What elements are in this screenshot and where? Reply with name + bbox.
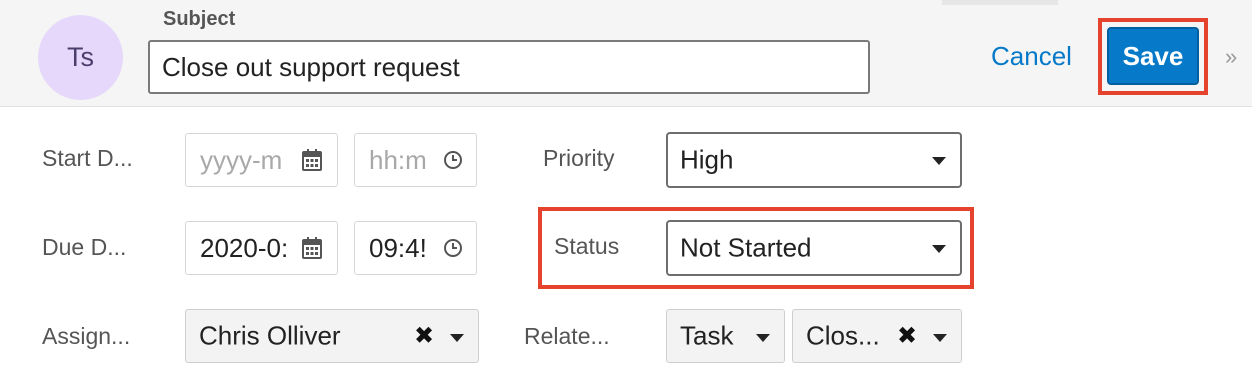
caret-down-icon xyxy=(756,334,770,342)
due-date-input[interactable]: 2020-0: xyxy=(185,221,338,275)
priority-label: Priority xyxy=(543,145,615,171)
save-button[interactable]: Save xyxy=(1107,27,1199,85)
start-time-input[interactable]: hh:m xyxy=(354,133,477,187)
related-label: Relate... xyxy=(524,323,610,349)
clear-icon[interactable]: ✖ xyxy=(414,322,434,351)
assigned-select[interactable]: Chris Olliver ✖ xyxy=(185,309,479,363)
related-type-value: Task xyxy=(680,320,734,351)
calendar-icon xyxy=(302,149,322,171)
record-header: Ts Subject Cancel Save » xyxy=(0,0,1252,107)
clock-icon xyxy=(443,238,463,258)
calendar-icon xyxy=(302,237,322,259)
assigned-value: Chris Olliver xyxy=(199,320,341,351)
cancel-button[interactable]: Cancel xyxy=(991,41,1072,72)
due-time-input[interactable]: 09:4! xyxy=(354,221,477,275)
start-date-placeholder: yyyy-m xyxy=(200,144,283,175)
due-time-value: 09:4! xyxy=(369,232,427,263)
caret-down-icon xyxy=(932,245,946,253)
avatar: Ts xyxy=(38,15,123,100)
due-date-value: 2020-0: xyxy=(200,232,289,263)
status-label: Status xyxy=(554,233,620,259)
priority-select[interactable]: High xyxy=(666,132,962,188)
start-time-placeholder: hh:m xyxy=(369,144,427,175)
double-chevron-right-icon[interactable]: » xyxy=(1225,44,1237,70)
caret-down-icon xyxy=(933,334,947,342)
clock-icon xyxy=(443,150,463,170)
related-record-select[interactable]: Clos... ✖ xyxy=(792,309,962,363)
status-value: Not Started xyxy=(680,232,812,263)
priority-value: High xyxy=(680,144,734,175)
caret-down-icon xyxy=(932,157,946,165)
subject-input[interactable] xyxy=(148,40,870,94)
assigned-label: Assign... xyxy=(42,323,131,349)
top-tab-strip xyxy=(942,0,1058,5)
subject-label: Subject xyxy=(163,8,236,30)
clear-icon[interactable]: ✖ xyxy=(897,322,917,351)
related-record-value: Clos... xyxy=(806,320,880,351)
start-date-input[interactable]: yyyy-m xyxy=(185,133,338,187)
related-type-select[interactable]: Task xyxy=(666,309,785,363)
start-date-label: Start D... xyxy=(42,145,133,171)
caret-down-icon xyxy=(450,334,464,342)
status-select[interactable]: Not Started xyxy=(666,220,962,276)
due-date-label: Due D... xyxy=(42,234,127,260)
